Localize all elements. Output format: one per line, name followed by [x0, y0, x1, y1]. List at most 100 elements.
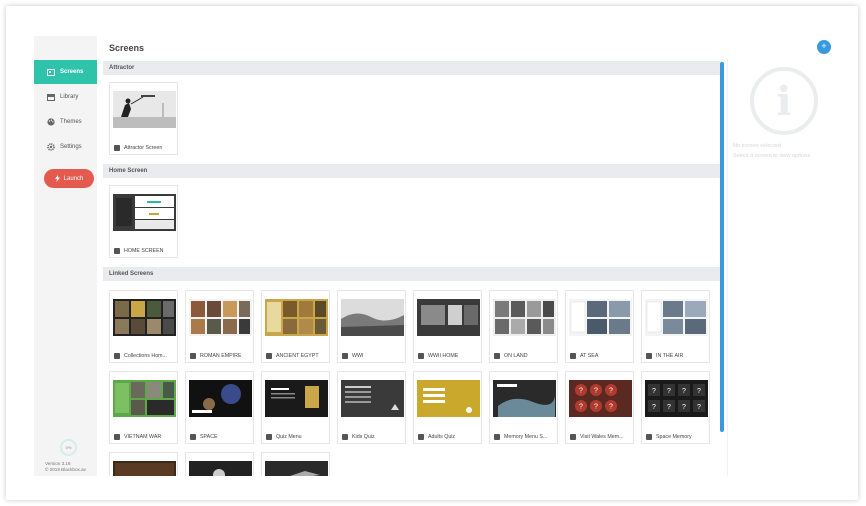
screen-card-linked[interactable]: ANCIENT EGYPT	[261, 290, 330, 363]
empty-state-title: No screen selected	[733, 143, 781, 149]
screen-card-home[interactable]: HOME SCREEN	[109, 185, 178, 258]
screen-card-linked[interactable]: ?????? Visit Wales Mem...	[565, 371, 634, 444]
section-header-linked: Linked Screens	[103, 267, 722, 281]
screen-card-linked[interactable]: ON LAND	[489, 290, 558, 363]
screen-card-label: VIETNAM WAR	[124, 434, 162, 440]
screen-card-linked[interactable]: WWII HOME	[413, 290, 482, 363]
screen-card-linked[interactable]	[185, 452, 254, 476]
screen-card-label: Kids Quiz	[352, 434, 375, 440]
page-title: Screens	[109, 43, 145, 53]
screen-card-linked[interactable]: ROMAN EMPIRE	[185, 290, 254, 363]
screen-icon	[342, 434, 348, 440]
screen-options-panel: i No screen selected Select a screen to …	[727, 59, 847, 476]
launch-button[interactable]: Launch	[44, 169, 94, 188]
svg-text:?: ?	[697, 404, 701, 411]
screen-card-label: WWII HOME	[428, 353, 459, 359]
svg-text:?: ?	[667, 388, 671, 395]
screen-thumbnail	[113, 91, 176, 128]
screen-card-caption: Space Memory	[646, 433, 710, 441]
screen-card-linked[interactable]	[261, 452, 330, 476]
screen-icon	[646, 434, 652, 440]
screen-thumbnail	[493, 299, 556, 336]
screen-card-linked[interactable]: Quiz Menu	[261, 371, 330, 444]
screen-card-linked[interactable]: ???????? Space Memory	[641, 371, 710, 444]
screen-thumbnail: ????????	[645, 380, 708, 417]
screen-card-linked[interactable]: SPACE	[185, 371, 254, 444]
screen-card-caption: HOME SCREEN	[114, 247, 178, 255]
palette-icon	[46, 118, 55, 127]
screen-icon	[342, 353, 348, 359]
svg-text:?: ?	[667, 404, 671, 411]
screen-card-linked[interactable]: AT SEA	[565, 290, 634, 363]
screen-card-linked[interactable]: Memory Menu S...	[489, 371, 558, 444]
screen-card-caption: WWI	[342, 352, 406, 360]
screen-card-linked[interactable]: Kids Quiz	[337, 371, 406, 444]
lightning-icon	[54, 175, 60, 182]
screen-card-label: Visit Wales Mem...	[580, 434, 624, 440]
screen-card-linked[interactable]: VIETNAM WAR	[109, 371, 178, 444]
screen-icon	[190, 434, 196, 440]
screen-card-caption: Quiz Menu	[266, 433, 330, 441]
gear-icon	[46, 143, 55, 152]
sidebar-item-label: Library	[60, 94, 79, 100]
svg-text:?: ?	[579, 404, 583, 411]
screen-thumbnail	[569, 299, 632, 336]
add-screen-button[interactable]: +	[817, 40, 831, 54]
screen-card-linked[interactable]: Collections Hom...	[109, 290, 178, 363]
screen-thumbnail	[189, 380, 252, 417]
screen-thumbnail	[113, 461, 176, 476]
screen-icon	[570, 353, 576, 359]
screen-thumbnail	[265, 461, 328, 476]
screen-card-linked[interactable]	[109, 452, 178, 476]
screen-card-label: Quiz Menu	[276, 434, 302, 440]
svg-text:?: ?	[697, 388, 701, 395]
screen-card-label: Space Memory	[656, 434, 692, 440]
screen-icon	[114, 145, 120, 151]
version-info: Version 3.16 © 2019 Blackbox.av	[45, 461, 105, 473]
sidebar-item-settings[interactable]: Settings	[34, 135, 97, 159]
empty-state-hint: Select a screen to view options	[733, 153, 811, 159]
screen-icon	[494, 434, 500, 440]
screens-icon	[46, 68, 55, 77]
screen-thumbnail	[265, 380, 328, 417]
screen-card-linked[interactable]: Adults Quiz	[413, 371, 482, 444]
screen-card-caption: SPACE	[190, 433, 254, 441]
section-header-home: Home Screen	[103, 164, 722, 178]
screen-card-label: IN THE AIR	[656, 353, 684, 359]
screen-card-caption: ANCIENT EGYPT	[266, 352, 330, 360]
screen-icon	[266, 434, 272, 440]
screen-card-attractor[interactable]: Attractor Screen	[109, 82, 178, 155]
screen-card-linked[interactable]: IN THE AIR	[641, 290, 710, 363]
screen-icon	[190, 353, 196, 359]
screen-card-linked[interactable]: WWI	[337, 290, 406, 363]
screen-card-caption: ON LAND	[494, 352, 558, 360]
screen-card-caption: IN THE AIR	[646, 352, 710, 360]
screen-card-caption: WWII HOME	[418, 352, 482, 360]
screen-card-label: WWI	[352, 353, 364, 359]
sidebar-item-label: Themes	[60, 119, 82, 125]
screen-card-label: HOME SCREEN	[124, 248, 164, 254]
screen-thumbnail	[265, 299, 328, 336]
screen-thumbnail	[417, 380, 480, 417]
screen-icon	[646, 353, 652, 359]
screen-card-label: Adults Quiz	[428, 434, 456, 440]
sidebar-item-library[interactable]: Library	[34, 85, 97, 109]
screen-thumbnail	[113, 380, 176, 417]
screen-icon	[418, 434, 424, 440]
sidebar-item-screens[interactable]: Screens	[34, 60, 97, 84]
screen-card-label: ANCIENT EGYPT	[276, 353, 319, 359]
screen-thumbnail	[189, 461, 252, 476]
screen-card-caption: Visit Wales Mem...	[570, 433, 634, 441]
screen-icon	[418, 353, 424, 359]
svg-text:?: ?	[609, 404, 613, 411]
sidebar-item-themes[interactable]: Themes	[34, 110, 97, 134]
progress-indicator: 0%	[60, 439, 77, 456]
screen-card-label: Attractor Screen	[124, 145, 163, 151]
launch-label: Launch	[63, 175, 84, 182]
screen-thumbnail	[189, 299, 252, 336]
svg-text:?: ?	[652, 388, 656, 395]
screen-thumbnail	[113, 194, 176, 231]
content-scrollbar[interactable]	[720, 62, 724, 432]
screens-list: Attractor Attractor Screen Home Screen H…	[103, 59, 722, 476]
screen-thumbnail	[645, 299, 708, 336]
